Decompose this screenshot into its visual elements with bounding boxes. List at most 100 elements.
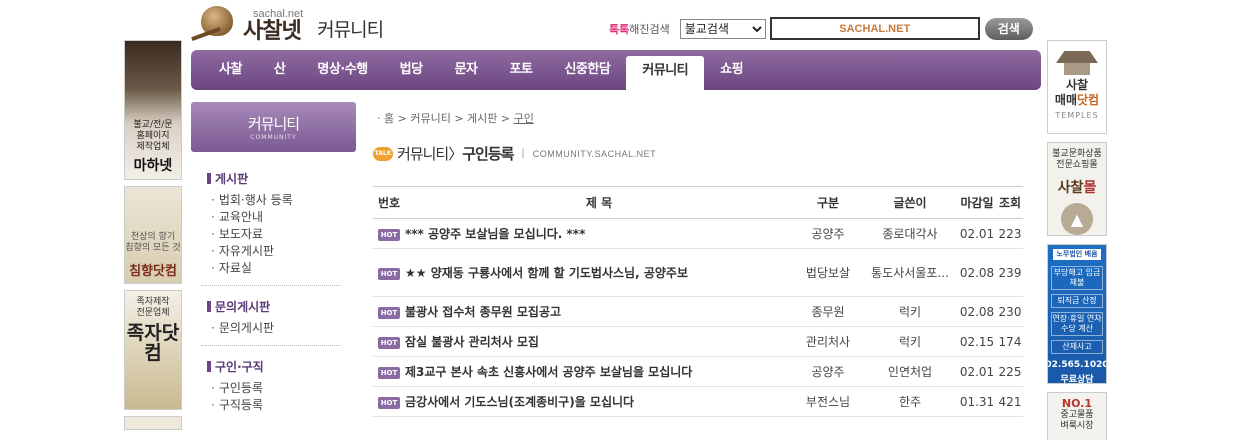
nav-item-shopping[interactable]: 쇼핑 [704, 53, 759, 87]
banner-jokja[interactable]: 족자제작 전문업체 족자닷컴 [124, 290, 182, 410]
title-prefix: 커뮤니티 [397, 145, 449, 163]
nav-item-temple[interactable]: 사찰 [203, 53, 258, 87]
banner-brand: 족자닷컴 [126, 322, 180, 364]
hot-badge: HOT [378, 367, 400, 379]
hashtag-search-link[interactable]: 톡톡 해진검색 [609, 21, 670, 37]
breadcrumb-community[interactable]: 커뮤니티 [410, 112, 450, 125]
post-deadline: 02.15 [957, 326, 997, 357]
sidebar-item-job-seek[interactable]: 구직등록 [207, 397, 356, 414]
col-number[interactable]: 번호 [373, 186, 405, 219]
post-category: 종무원 [793, 296, 863, 327]
hashtag-label: 해진검색 [629, 22, 670, 36]
col-views[interactable]: 조회 [997, 186, 1023, 219]
banner-flea-market[interactable]: NO.1 중고물품 벼룩시장 [1047, 392, 1107, 440]
nav-item-community[interactable]: 커뮤니티 [626, 56, 705, 90]
breadcrumb-current[interactable]: 구인 [514, 112, 534, 125]
sidebar-divider [201, 345, 341, 346]
post-author[interactable]: 통도사서울포... [863, 248, 957, 297]
nav-item-photo[interactable]: 포토 [494, 53, 549, 87]
banner-text: 불교문화상품 [1052, 149, 1102, 159]
post-views: 230 [997, 296, 1023, 327]
table-row[interactable]: HOT 잠실 불광사 관리처사 모집 관리처사 럭키 02.15 174 [373, 326, 1023, 357]
sidebar-item-press[interactable]: 보도자료 [207, 226, 356, 243]
post-deadline: 01.31 [957, 386, 997, 417]
post-author[interactable]: 럭키 [863, 326, 957, 357]
banner-sachal-mall[interactable]: 불교문화상품 전문쇼핑몰 사찰몰 ▲ [1047, 142, 1107, 236]
post-title-link[interactable]: ★★ 양재동 구룡사에서 함께 할 기도법사스님, 공양주보 [405, 248, 793, 297]
table-row[interactable]: HOT 불광사 접수처 종무원 모집공고 종무원 럭키 02.08 230 [373, 296, 1023, 327]
post-author[interactable]: 럭키 [863, 296, 957, 327]
nav-item-mountain[interactable]: 산 [258, 53, 301, 87]
sidebar-group-head[interactable]: 게시판 [207, 170, 356, 187]
sidebar-item-education[interactable]: 교육안내 [207, 209, 356, 226]
banner-text: 홈페이지 [136, 131, 170, 141]
site-logo[interactable]: sachal.net 사찰넷 커뮤니티 [191, 2, 384, 44]
col-deadline[interactable]: 마감일 [957, 186, 997, 219]
section-title: 커뮤니티 [317, 19, 384, 41]
banner-text: 연장·휴일 연차수당 계산 [1051, 312, 1103, 336]
sidebar-item-free-board[interactable]: 자유게시판 [207, 243, 356, 260]
sidebar-item-archive[interactable]: 자료실 [207, 260, 356, 277]
title-divider: | [521, 148, 525, 159]
search-input[interactable] [769, 17, 980, 40]
post-title-link[interactable]: 불광사 접수처 종무원 모집공고 [405, 296, 793, 327]
nav-item-text[interactable]: 문자 [439, 53, 494, 87]
sidebar: 커뮤니티 COMMUNITY 게시판 법회·행사 등록 교육안내 보도자료 자유… [191, 102, 356, 414]
breadcrumb: · 홈 > 커뮤니티 > 게시판 > 구인 [377, 112, 534, 125]
post-deadline: 02.01 [957, 356, 997, 387]
post-author[interactable]: 한주 [863, 386, 957, 417]
post-title-link[interactable]: 금강사에서 기도스님(조계종비구)을 모십니다 [405, 386, 793, 417]
banner-brand: 사찰몰 [1057, 180, 1097, 196]
hot-badge: HOT [378, 229, 400, 241]
banner-temple-trade[interactable]: 사찰 매매닷컴 TEMPLES [1047, 40, 1107, 134]
col-author[interactable]: 글쓴이 [863, 186, 957, 219]
banner-labor-law[interactable]: 노무법인 배움 부당해고 임금체불 퇴직금 산정 연장·휴일 연차수당 계산 산… [1047, 244, 1107, 384]
breadcrumb-board[interactable]: 게시판 [467, 112, 497, 125]
search-category-select[interactable]: 불교검색 [679, 18, 766, 39]
post-title-link[interactable]: 제3교구 본사 속초 신흥사에서 공양주 보살님을 모십니다 [405, 356, 793, 387]
sidebar-item-job-offer[interactable]: 구인등록 [207, 380, 356, 397]
post-views: 174 [997, 326, 1023, 357]
hot-badge: HOT [378, 307, 400, 319]
table-row[interactable]: HOT ★★ 양재동 구룡사에서 함께 할 기도법사스님, 공양주보 법당보살 … [373, 248, 1023, 297]
col-category[interactable]: 구분 [793, 186, 863, 219]
breadcrumb-home[interactable]: 홈 [384, 112, 394, 125]
banner-partial[interactable] [124, 416, 182, 430]
nav-item-talk[interactable]: 신중한담 [548, 53, 626, 87]
post-title-link[interactable]: 잠실 불광사 관리처사 모집 [405, 326, 793, 357]
search-button[interactable]: 검색 [984, 17, 1033, 40]
sidebar-item-event-registration[interactable]: 법회·행사 등록 [207, 192, 356, 209]
col-title[interactable]: 제 목 [405, 186, 793, 219]
talk-icon: TALK [373, 146, 393, 161]
banner-text: 중고물품 [1060, 410, 1094, 420]
post-title-link[interactable]: *** 공양주 보살님을 모십니다. *** [405, 218, 793, 249]
banner-text: 불교/전/문 [133, 120, 173, 130]
banner-mahanet[interactable]: 불교/전/문 홈페이지 제작업체 마하넷 [124, 40, 182, 180]
banner-text: 벼룩시장 [1060, 421, 1094, 431]
post-category: 관리처사 [793, 326, 863, 357]
hot-badge: HOT [378, 397, 400, 409]
sidebar-group-jobs: 구인·구직 구인등록 구직등록 [191, 358, 356, 414]
sidebar-divider [201, 285, 341, 286]
left-banner-column: 불교/전/문 홈페이지 제작업체 마하넷 천상의 향기 침향의 모든 것 침향닷… [124, 40, 184, 436]
sidebar-title: 커뮤니티 COMMUNITY [191, 102, 356, 152]
nav-item-meditation[interactable]: 명상·수행 [301, 53, 383, 87]
banner-text: 천상의 향기 [130, 232, 176, 242]
table-row[interactable]: HOT 금강사에서 기도스님(조계종비구)을 모십니다 부전스님 한주 01.3… [373, 386, 1023, 417]
nav-item-dharma-hall[interactable]: 법당 [384, 53, 439, 87]
post-author[interactable]: 종로대각사 [863, 218, 957, 249]
banner-text: 제작업체 [136, 142, 170, 152]
main-content: · 홈 > 커뮤니티 > 게시판 > 구인 TALK 커뮤니티〉구인등록 | C… [373, 110, 1023, 417]
banner-phone: 02.565.1020 [1047, 360, 1107, 370]
sidebar-group-head[interactable]: 문의게시판 [207, 298, 356, 315]
sidebar-item-inquiry[interactable]: 문의게시판 [207, 320, 356, 337]
post-author[interactable]: 인연처업 [863, 356, 957, 387]
logo-name: 사찰넷 [243, 19, 302, 44]
banner-en: TEMPLES [1055, 111, 1099, 120]
table-row[interactable]: HOT 제3교구 본사 속초 신흥사에서 공양주 보살님을 모십니다 공양주 인… [373, 356, 1023, 387]
banner-brand: 침향닷컴 [129, 264, 177, 279]
sidebar-group-head[interactable]: 구인·구직 [207, 358, 356, 375]
table-row[interactable]: HOT *** 공양주 보살님을 모십니다. *** 공양주 종로대각사 02.… [373, 218, 1023, 249]
banner-chimhyang[interactable]: 천상의 향기 침향의 모든 것 침향닷컴 [124, 186, 182, 284]
post-category: 법당보살 [793, 248, 863, 297]
